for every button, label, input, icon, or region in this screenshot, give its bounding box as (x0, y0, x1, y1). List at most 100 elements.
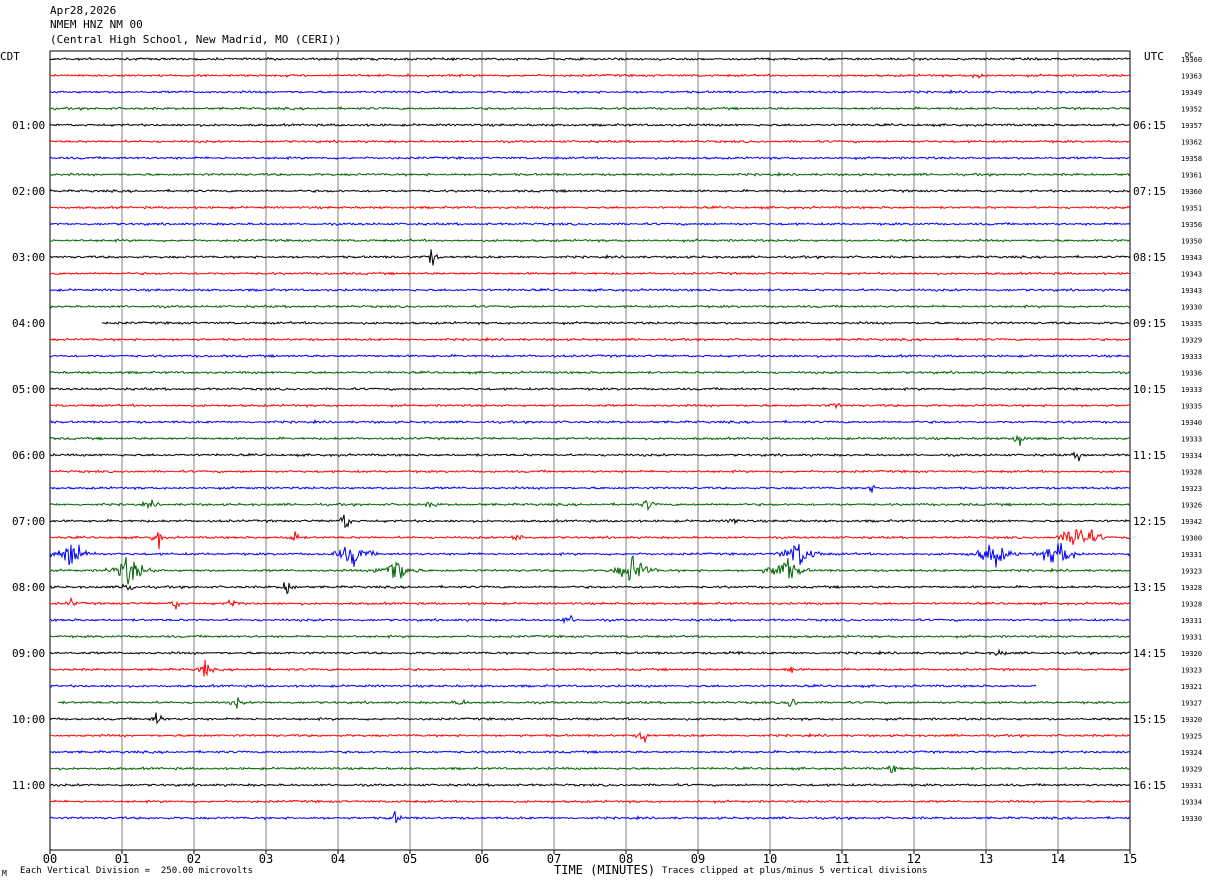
dc-value: 19331 (1181, 617, 1202, 625)
trace-line (49, 370, 1131, 375)
cdt-label: 09:00 (12, 647, 45, 660)
dc-value: 19357 (1181, 122, 1202, 130)
x-tick-label: 01 (115, 852, 129, 866)
cdt-label: 07:00 (12, 515, 45, 528)
x-tick-label: 05 (403, 852, 417, 866)
dc-value: 19342 (1181, 518, 1202, 526)
cdt-label: 01:00 (12, 119, 45, 132)
dc-value: 19336 (1181, 370, 1202, 378)
utc-label: 16:15 (1133, 779, 1166, 792)
dc-value: 19352 (1181, 106, 1202, 114)
utc-label: 06:15 (1133, 119, 1166, 132)
dc-value: 19362 (1181, 139, 1202, 147)
dc-value: 19320 (1181, 716, 1202, 724)
x-tick-label: 15 (1123, 852, 1137, 866)
utc-label: 08:15 (1133, 251, 1166, 264)
dc-value: 19331 (1181, 634, 1202, 642)
trace-line (49, 171, 1131, 177)
dc-value: 19328 (1181, 584, 1202, 592)
trace-line (49, 238, 1131, 244)
cdt-label: 11:00 (12, 779, 45, 792)
plot-frame (49, 50, 1131, 851)
x-tick-label: 10 (763, 852, 777, 866)
trace-line (49, 659, 1131, 677)
helicorder-plot: 00 01 02 03 04 05 06 07 08 09 10 11 12 13 14 1519360193… (0, 50, 1202, 866)
dc-value: 19361 (1181, 172, 1202, 180)
header-location: (Central High School, New Madrid, MO (CE… (50, 33, 342, 46)
dc-value: 19331 (1181, 551, 1202, 559)
trace-line (49, 304, 1131, 309)
utc-label: 10:15 (1133, 383, 1166, 396)
trace-line (49, 782, 1131, 788)
header-date: Apr28,2026 (50, 4, 117, 17)
dc-value: 19333 (1181, 353, 1202, 361)
cdt-label: 03:00 (12, 251, 45, 264)
dc-value: 19321 (1181, 683, 1202, 691)
dc-value: 19343 (1181, 254, 1202, 262)
x-tick-label: 13 (979, 852, 993, 866)
trace-line (49, 287, 1131, 293)
dc-value: 19335 (1181, 403, 1202, 411)
trace-line (49, 188, 1131, 194)
x-tick-label: 02 (187, 852, 201, 866)
cdt-label: 04:00 (12, 317, 45, 330)
dc-value: 19330 (1181, 815, 1202, 823)
trace-line (49, 648, 1131, 657)
dc-value: 19330 (1181, 304, 1202, 312)
traces (49, 56, 1131, 824)
x-tick-label: 12 (907, 852, 921, 866)
utc-label: 12:15 (1133, 515, 1166, 528)
utc-label: 14:15 (1133, 647, 1166, 660)
trace-line (49, 451, 1131, 462)
trace-line (101, 320, 1131, 326)
dc-value: 19326 (1181, 502, 1202, 510)
trace-line (49, 89, 1131, 95)
utc-label: 09:15 (1133, 317, 1166, 330)
trace-line (49, 555, 1131, 585)
trace-line (50, 811, 1131, 824)
utc-label: 13:15 (1133, 581, 1166, 594)
trace-line (50, 731, 1130, 743)
trace-line (49, 122, 1131, 128)
trace-line (49, 634, 1131, 640)
trace-line (49, 353, 1131, 359)
trace-line (49, 106, 1131, 111)
dc-value: 19343 (1181, 271, 1202, 279)
dc-value: 19329 (1181, 766, 1202, 774)
x-tick-label: 04 (331, 852, 345, 866)
axis-labels: 00 01 02 03 04 05 06 07 08 09 10 11 12 13 14 1519360193… (0, 50, 1202, 866)
trace-line (49, 614, 1131, 625)
cdt-label: 06:00 (12, 449, 45, 462)
trace-line (49, 799, 1131, 805)
scale-note: Each Vertical Division = 250.00 microvol… (20, 866, 253, 876)
trace-line (49, 514, 1131, 529)
dc-value: 19360 (1181, 188, 1202, 196)
cdt-label: 05:00 (12, 383, 45, 396)
trace-line (49, 386, 1131, 392)
dc-value: 19350 (1181, 238, 1202, 246)
x-tick-label: 14 (1051, 852, 1065, 866)
dc-value: 19323 (1181, 568, 1202, 576)
dc-label: DC (1185, 51, 1193, 59)
utc-label: 11:15 (1133, 449, 1166, 462)
dc-value: 19328 (1181, 601, 1202, 609)
trace-line (49, 336, 1130, 342)
trace-line (49, 419, 1131, 425)
trace-line (49, 469, 1131, 474)
trace-line (49, 221, 1131, 227)
dc-value: 19351 (1181, 205, 1202, 213)
dc-value: 19325 (1181, 733, 1202, 741)
header-station: NMEM HNZ NM 00 (50, 18, 143, 31)
trace-line (57, 697, 1131, 709)
trace-line (49, 402, 1131, 410)
utc-axis-title: UTC (1144, 50, 1164, 63)
trace-line (49, 434, 1131, 447)
dc-value: 19333 (1181, 436, 1202, 444)
cdt-label: 10:00 (12, 713, 45, 726)
trace-line (49, 139, 1131, 144)
trace-line (49, 155, 1131, 161)
x-tick-label: 11 (835, 852, 849, 866)
trace-line (49, 582, 1131, 595)
dc-value: 19334 (1181, 452, 1202, 460)
utc-label: 15:15 (1133, 713, 1166, 726)
